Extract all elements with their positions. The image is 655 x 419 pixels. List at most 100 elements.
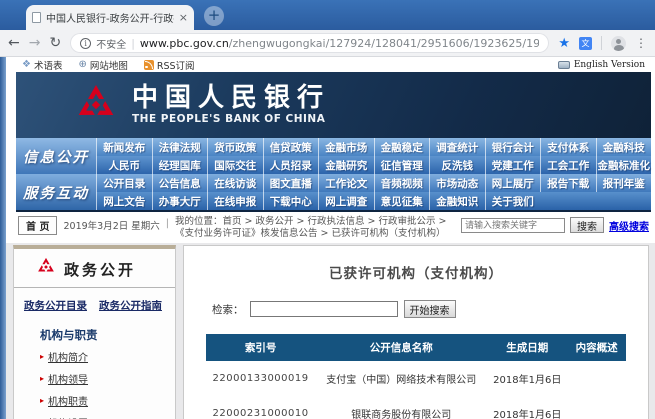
nav-item[interactable]: 银行会计 [485,138,541,156]
tab-title: 中国人民银行-政务公开-行政执法信息 [46,10,174,25]
url-path: /zhengwugongkai/127924/128041/2951606/19… [229,37,540,50]
nav-item[interactable]: 反洗钱 [429,156,485,174]
table-row: 22000231000010 银联商务股份有限公司 2018年1月6日 [206,396,626,419]
nav-item[interactable]: 网上调查 [318,192,374,210]
advanced-search-link[interactable]: 高级搜索 [609,218,649,233]
nav-item[interactable]: 经理国库 [152,156,208,174]
browser-titlebar: 中国人民银行-政务公开-行政执法信息 × + [0,0,655,30]
nav-item[interactable]: 市场动态 [429,174,485,192]
browser-menu-icon[interactable]: ⋮ [635,36,647,50]
nav-item[interactable]: 金融知识 [429,192,485,210]
nav-item[interactable]: 金融研究 [318,156,374,174]
cell-date: 2018年1月6日 [487,396,567,419]
url-text: www.pbc.gov.cn/zhengwugongkai/127924/128… [140,37,539,50]
address-bar[interactable]: i 不安全 | www.pbc.gov.cn/zhengwugongkai/12… [70,33,549,53]
rss-link[interactable]: RSS订阅 [144,58,195,72]
nav-item[interactable]: 公告信息 [152,174,208,192]
table-header-row: 索引号 公开信息名称 生成日期 内容概述 [206,334,626,361]
rss-label: RSS订阅 [157,58,195,72]
window-edge [0,57,6,419]
list-search-input[interactable] [250,301,398,317]
sitemap-link[interactable]: ⊕ 网站地图 [78,58,127,72]
cell-date: 2018年1月6日 [487,361,567,396]
info-icon[interactable]: i [80,38,91,49]
col-header-date: 生成日期 [487,334,567,361]
main-navigation: 信息公开 新闻发布 法律法规 货币政策 信贷政策 金融市场 金融稳定 调查统计 … [16,138,651,212]
sidebar-item-org-leaders[interactable]: ▸ 机构领导 [40,371,167,386]
nav-item[interactable]: 人民币 [96,156,152,174]
site-search-button[interactable]: 搜索 [570,217,604,233]
bank-name-en: THE PEOPLE'S BANK OF CHINA [132,113,330,125]
nav-item[interactable]: 在线申报 [207,192,263,210]
list-search: 检索： 开始搜索 [212,300,648,318]
nav-item[interactable]: 支付体系 [540,138,596,156]
nav-item[interactable]: 下载中心 [263,192,319,210]
refresh-icon[interactable]: ↻ [49,36,61,50]
sidebar-item-org-duties[interactable]: ▸ 机构职责 [40,393,167,408]
new-tab-button[interactable]: + [204,6,224,26]
nav-item[interactable]: 征信管理 [374,156,430,174]
sidebar-item-org-structure[interactable]: ▸ 机构设置 [40,415,167,419]
sidebar-section-org: 机构与职责 ▸ 机构简介 ▸ 机构领导 ▸ 机构职责 ▸ 机构设置 [14,321,175,419]
nav-group-service-interaction[interactable]: 服务互动 [16,174,96,210]
home-button[interactable]: 首 页 [18,216,57,235]
nav-item[interactable]: 办事大厅 [152,192,208,210]
nav-item[interactable]: 信贷政策 [263,138,319,156]
nav-item[interactable]: 网上文告 [96,192,152,210]
nav-item[interactable]: 公开目录 [96,174,152,192]
breadcrumb[interactable]: 我的位置：首页 > 政务公开 > 行政执法信息 > 行政审批公示 > 《支付业务… [175,216,455,240]
nav-item[interactable]: 新闻发布 [96,138,152,156]
nav-item[interactable]: 报告下载 [540,174,596,192]
nav-item[interactable]: 金融科技 [596,138,652,156]
browser-tab[interactable]: 中国人民银行-政务公开-行政执法信息 × [26,5,194,30]
bookmark-star-icon[interactable]: ★ [558,36,570,51]
page-content: 政务公开 政务公开目录 政务公开指南 机构与职责 ▸ 机构简介 ▸ 机构领导 ▸… [0,243,655,419]
nav-item[interactable]: 工作论文 [318,174,374,192]
forward-icon[interactable]: → [29,36,41,50]
sidebar-link-catalog[interactable]: 政务公开目录 [24,298,87,313]
profile-avatar-icon[interactable] [611,36,626,51]
nav-item[interactable]: 金融标准化 [596,156,652,174]
nav-item[interactable]: 意见征集 [374,192,430,210]
main-panel: 已获许可机构（支付机构） 检索： 开始搜索 索引号 公开信息名称 生成日期 内容… [183,245,649,419]
nav-item[interactable]: 党建工作 [485,156,541,174]
cell-index: 22000133000019 [206,361,315,396]
back-icon[interactable]: ← [8,36,20,50]
pbc-logo-small-icon [36,257,56,281]
nav-item[interactable]: 调查统计 [429,138,485,156]
nav-item[interactable]: 网上展厅 [485,174,541,192]
cell-name[interactable]: 支付宝（中国）网络技术有限公司 [315,361,487,396]
tab-close-icon[interactable]: × [179,11,188,24]
browser-toolbar: ← → ↻ i 不安全 | www.pbc.gov.cn/zhengwugong… [0,30,655,57]
sidebar-link-guide[interactable]: 政务公开指南 [99,298,162,313]
sitemap-label: 网站地图 [90,58,128,72]
glossary-label: 术语表 [34,58,63,72]
english-version-link[interactable]: English Version [558,60,645,70]
start-search-button[interactable]: 开始搜索 [404,300,456,318]
sidebar-item-org-intro[interactable]: ▸ 机构简介 [40,349,167,364]
license-table: 索引号 公开信息名称 生成日期 内容概述 22000133000019 支付宝（… [206,334,626,419]
english-version-label: English Version [574,60,645,70]
nav-item[interactable]: 法律法规 [152,138,208,156]
nav-item[interactable]: 音频视频 [374,174,430,192]
site-search-input[interactable] [461,218,565,233]
nav-item[interactable]: 货币政策 [207,138,263,156]
translate-icon[interactable]: 文 [579,37,592,50]
crumb-divider: | [166,216,169,229]
nav-item[interactable]: 金融市场 [318,138,374,156]
cell-name[interactable]: 银联商务股份有限公司 [315,396,487,419]
nav-item[interactable]: 人员招录 [263,156,319,174]
glossary-link[interactable]: ❖ 术语表 [22,58,62,72]
not-secure-label: 不安全 [96,36,126,51]
nav-item[interactable]: 图文直播 [263,174,319,192]
nav-item[interactable]: 报刊年鉴 [596,174,652,192]
sidebar-section-heading: 机构与职责 [40,327,167,343]
nav-item[interactable]: 工会工作 [540,156,596,174]
nav-item[interactable]: 国际交往 [207,156,263,174]
col-header-summary: 内容概述 [567,334,626,361]
nav-item[interactable]: 金融稳定 [374,138,430,156]
nav-group-info-disclosure[interactable]: 信息公开 [16,138,96,174]
nav-item[interactable]: 关于我们 [485,192,541,210]
nav-item[interactable]: 在线访谈 [207,174,263,192]
page-utility-bar: ❖ 术语表 ⊕ 网站地图 RSS订阅 English Version [6,57,655,72]
